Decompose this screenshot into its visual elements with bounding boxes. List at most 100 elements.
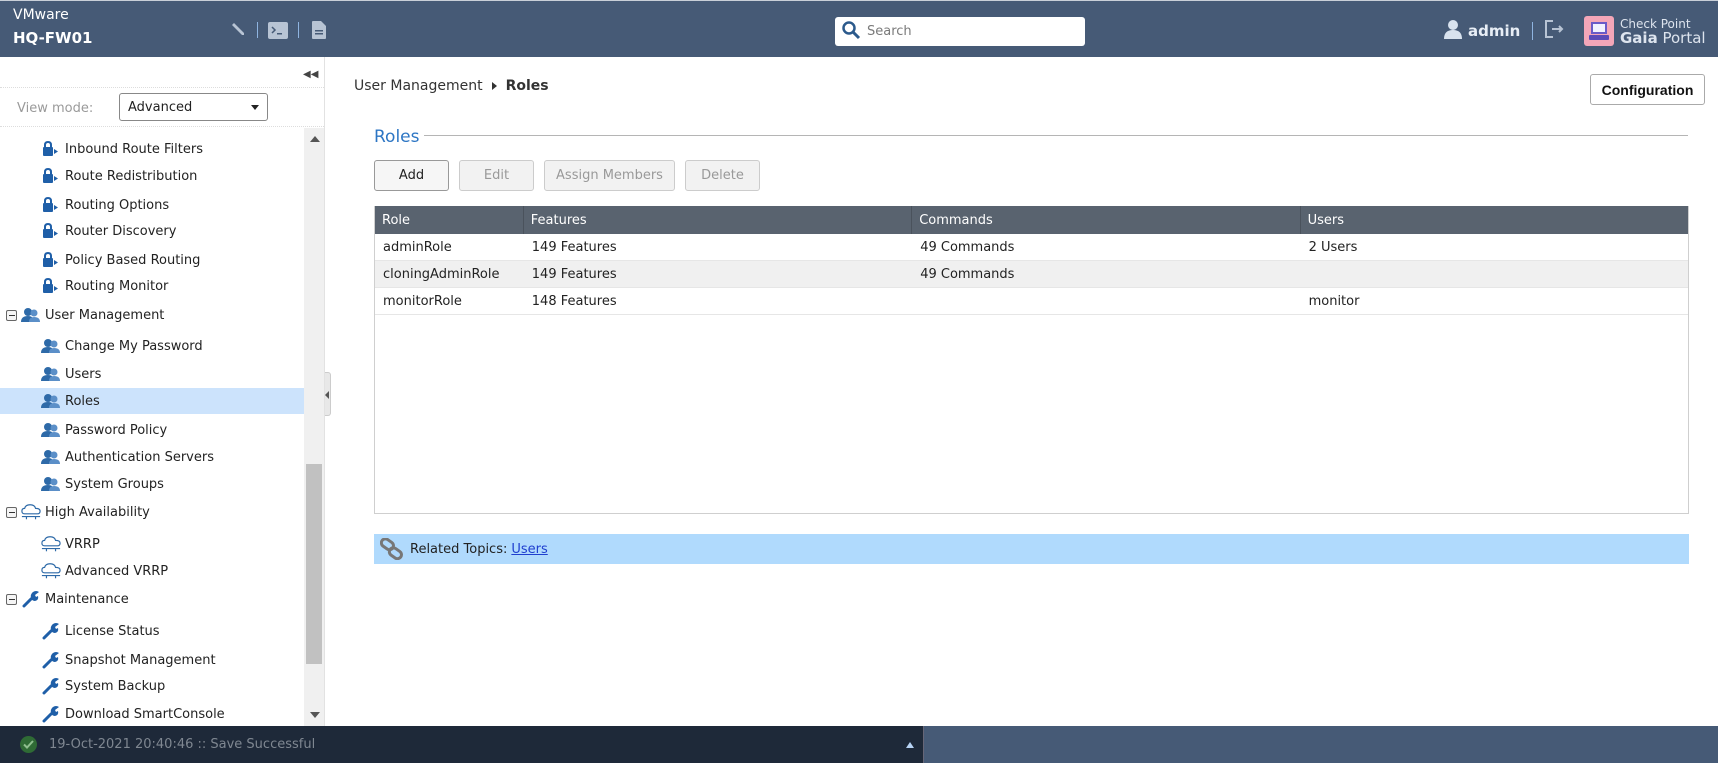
sidebar-item-route-redistribution[interactable]: Route Redistribution xyxy=(0,163,304,189)
sidebar-item-system-backup[interactable]: System Backup xyxy=(0,673,304,699)
sidebar-item-routing-monitor[interactable]: Routing Monitor xyxy=(0,273,304,299)
sidebar-item-password-policy[interactable]: Password Policy xyxy=(0,417,304,443)
sidebar-item-inbound-route-filters[interactable]: Inbound Route Filters xyxy=(0,136,304,162)
search-input[interactable] xyxy=(867,24,1077,39)
cell-users: 2 Users xyxy=(1308,239,1358,255)
cell-commands: 49 Commands xyxy=(920,266,1015,282)
sidebar-item-users[interactable]: Users xyxy=(0,361,304,387)
header-tools xyxy=(226,19,330,41)
sidebar-item-user-management[interactable]: User Management xyxy=(0,302,304,328)
sidebar-scrollbar[interactable] xyxy=(304,128,324,726)
terminal-icon[interactable] xyxy=(267,19,289,41)
users-icon xyxy=(41,365,61,383)
sidebar-item-label: Policy Based Routing xyxy=(65,252,201,268)
add-button[interactable]: Add xyxy=(374,160,449,191)
routing-icon xyxy=(41,140,61,158)
sidebar-item-authentication-servers[interactable]: Authentication Servers xyxy=(0,444,304,470)
collapse-sidebar-icon[interactable]: ◀◀ xyxy=(303,69,318,80)
sidebar-item-label: Route Redistribution xyxy=(65,168,198,184)
related-topic-users-link[interactable]: Users xyxy=(511,542,547,557)
user-name[interactable]: admin xyxy=(1468,22,1520,40)
table-row[interactable]: cloningAdminRole 149 Features 49 Command… xyxy=(375,261,1688,288)
document-icon[interactable] xyxy=(308,19,330,41)
collapse-tree-icon[interactable] xyxy=(6,309,17,321)
sidebar-item-download-smartconsole[interactable]: Download SmartConsole xyxy=(0,701,304,726)
logout-icon[interactable] xyxy=(1545,20,1565,42)
edit-icon[interactable] xyxy=(226,19,248,41)
sidebar-item-routing-options[interactable]: Routing Options xyxy=(0,192,304,218)
sidebar-item-change-my-password[interactable]: Change My Password xyxy=(0,333,304,359)
related-topics-bar: Related Topics: Users xyxy=(374,534,1689,564)
sidebar-item-system-groups[interactable]: System Groups xyxy=(0,471,304,497)
view-mode-value: Advanced xyxy=(128,99,193,115)
sidebar-resize-handle[interactable] xyxy=(325,372,331,416)
scroll-down-icon[interactable] xyxy=(310,712,320,718)
sidebar-item-router-discovery[interactable]: Router Discovery xyxy=(0,218,304,244)
sidebar-item-vrrp[interactable]: VRRP xyxy=(0,531,304,557)
breadcrumb-arrow-icon xyxy=(491,82,497,90)
column-header-role[interactable]: Role xyxy=(375,206,524,234)
sidebar-item-label: Routing Monitor xyxy=(65,278,169,294)
sidebar-item-advanced-vrrp[interactable]: Advanced VRRP xyxy=(0,558,304,584)
users-icon xyxy=(41,421,61,439)
cell-features: 148 Features xyxy=(531,293,617,309)
scrollbar-thumb[interactable] xyxy=(306,464,322,664)
sidebar-item-label: Inbound Route Filters xyxy=(65,141,203,157)
sidebar-item-maintenance[interactable]: Maintenance xyxy=(0,586,304,612)
search-box[interactable] xyxy=(835,17,1085,46)
assign-members-button[interactable]: Assign Members xyxy=(544,160,675,191)
view-mode-select[interactable]: Advanced xyxy=(119,93,268,121)
user-icon xyxy=(1444,19,1462,43)
search-icon xyxy=(841,20,861,44)
collapse-tree-icon[interactable] xyxy=(6,506,17,518)
column-header-users[interactable]: Users xyxy=(1301,206,1688,234)
logo-line2: Gaia Portal xyxy=(1620,31,1706,46)
user-area: admin xyxy=(1444,19,1565,43)
sidebar-item-roles[interactable]: Roles xyxy=(0,388,304,414)
table-row[interactable]: monitorRole 148 Features monitor xyxy=(375,288,1688,315)
edit-button[interactable]: Edit xyxy=(459,160,534,191)
sidebar-item-label: Maintenance xyxy=(45,591,129,607)
sidebar-item-label: Roles xyxy=(65,393,100,409)
scroll-up-icon[interactable] xyxy=(310,136,320,142)
cell-role: cloningAdminRole xyxy=(383,266,500,282)
users-icon xyxy=(21,306,41,324)
sidebar-item-snapshot-management[interactable]: Snapshot Management xyxy=(0,647,304,673)
table-row[interactable]: adminRole 149 Features 49 Commands 2 Use… xyxy=(375,234,1688,261)
sidebar-item-license-status[interactable]: License Status xyxy=(0,618,304,644)
configuration-button[interactable]: Configuration xyxy=(1590,74,1705,105)
status-message: 19-Oct-2021 20:40:46 :: Save Successful xyxy=(49,737,316,752)
breadcrumb-current: Roles xyxy=(505,78,549,94)
navigation-tree: Inbound Route Filters Route Redistributio… xyxy=(0,128,304,726)
sidebar-item-label: Change My Password xyxy=(65,338,203,354)
sidebar-item-label: System Backup xyxy=(65,678,166,694)
sidebar-item-label: Authentication Servers xyxy=(65,449,214,465)
sidebar-item-label: Routing Options xyxy=(65,197,170,213)
wrench-icon xyxy=(41,677,61,695)
sidebar-item-label: High Availability xyxy=(45,504,150,520)
brand-vendor: VMware xyxy=(13,7,69,23)
column-header-commands[interactable]: Commands xyxy=(912,206,1301,234)
header-separator xyxy=(298,22,299,38)
header-separator xyxy=(1532,22,1534,40)
cell-commands xyxy=(912,288,1300,314)
top-header: VMware HQ-FW01 admin Ch xyxy=(0,0,1718,57)
delete-button[interactable]: Delete xyxy=(685,160,760,191)
sidebar-item-policy-based-routing[interactable]: Policy Based Routing xyxy=(0,247,304,273)
expand-status-icon[interactable] xyxy=(906,742,914,748)
cell-role: monitorRole xyxy=(383,293,462,309)
sidebar-item-label: User Management xyxy=(45,307,165,323)
sidebar-item-high-availability[interactable]: High Availability xyxy=(0,499,304,525)
header-separator xyxy=(257,22,258,38)
collapse-tree-icon[interactable] xyxy=(6,593,17,605)
column-header-features[interactable]: Features xyxy=(524,206,913,234)
status-bar: 19-Oct-2021 20:40:46 :: Save Successful xyxy=(0,726,1718,763)
sidebar-item-label: Router Discovery xyxy=(65,223,177,239)
view-mode-label: View mode: xyxy=(17,101,94,116)
roles-table: Role Features Commands Users adminRole 1… xyxy=(374,206,1689,514)
chevron-down-icon xyxy=(251,105,259,110)
breadcrumb-parent[interactable]: User Management xyxy=(354,78,483,94)
wrench-icon xyxy=(21,590,41,608)
users-icon xyxy=(41,392,61,410)
routing-icon xyxy=(41,277,61,295)
